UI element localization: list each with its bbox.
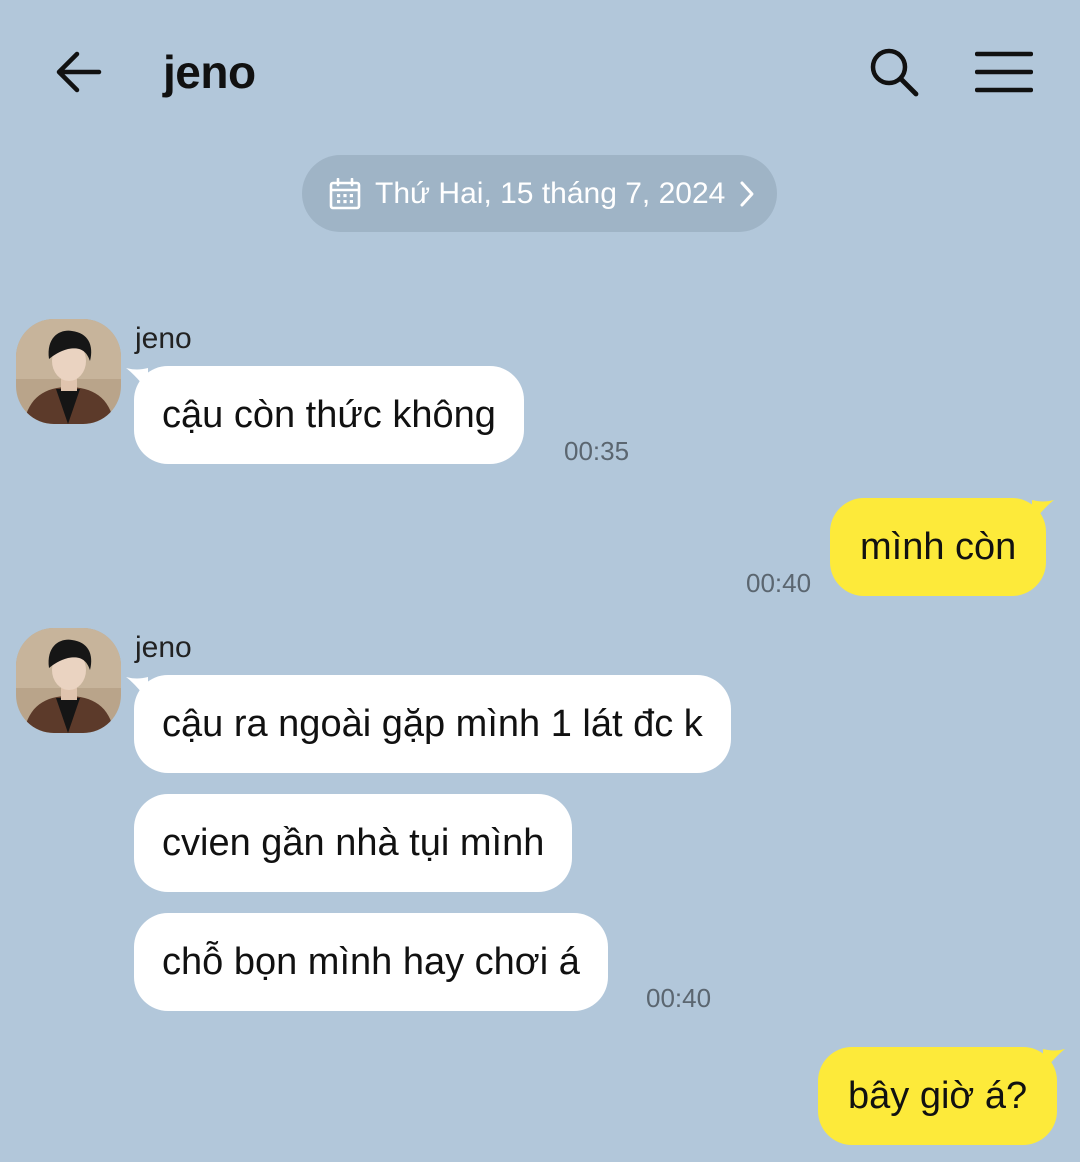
message-text: cvien gần nhà tụi mình: [162, 822, 545, 864]
back-button[interactable]: [48, 42, 108, 102]
chevron-right-icon: [739, 180, 755, 208]
bubble-tail: [1032, 500, 1055, 522]
search-button[interactable]: [864, 42, 924, 102]
sender-name: jeno: [135, 631, 192, 664]
incoming-message-bubble[interactable]: cậu còn thức không: [126, 366, 524, 464]
incoming-message-bubble[interactable]: chỗ bọn mình hay chơi á: [134, 913, 608, 1011]
incoming-message-bubble[interactable]: cvien gần nhà tụi mình: [134, 794, 573, 892]
arrow-left-icon: [56, 51, 102, 93]
message-text: mình còn: [860, 526, 1017, 568]
message-time: 00:40: [646, 983, 712, 1013]
bubble-tail: [126, 368, 148, 390]
message-text: cậu ra ngoài gặp mình 1 lát đc k: [162, 703, 703, 745]
search-icon: [870, 48, 919, 97]
calendar-icon: [329, 177, 361, 209]
hamburger-menu-icon: [975, 51, 1033, 93]
message-text: chỗ bọn mình hay chơi á: [162, 941, 580, 983]
message-text: cậu còn thức không: [162, 394, 496, 436]
bubble-tail: [1043, 1049, 1066, 1071]
date-divider[interactable]: Thứ Hai, 15 tháng 7, 2024: [302, 155, 777, 232]
message-time: 00:40: [746, 568, 812, 598]
chat-header: jeno: [0, 0, 1080, 140]
avatar[interactable]: [16, 319, 121, 424]
outgoing-message-bubble[interactable]: bây giờ á?: [818, 1047, 1066, 1145]
message-time: 00:35: [564, 436, 630, 466]
message-text: bây giờ á?: [848, 1075, 1028, 1117]
chat-title: jeno: [163, 46, 256, 98]
outgoing-message-bubble[interactable]: mình còn: [830, 498, 1055, 596]
sender-name: jeno: [135, 322, 192, 355]
incoming-message-bubble[interactable]: cậu ra ngoài gặp mình 1 lát đc k: [126, 675, 731, 773]
date-divider-text: Thứ Hai, 15 tháng 7, 2024: [375, 176, 726, 210]
menu-button[interactable]: [972, 42, 1036, 102]
avatar[interactable]: [16, 628, 121, 733]
bubble-tail: [126, 677, 148, 699]
